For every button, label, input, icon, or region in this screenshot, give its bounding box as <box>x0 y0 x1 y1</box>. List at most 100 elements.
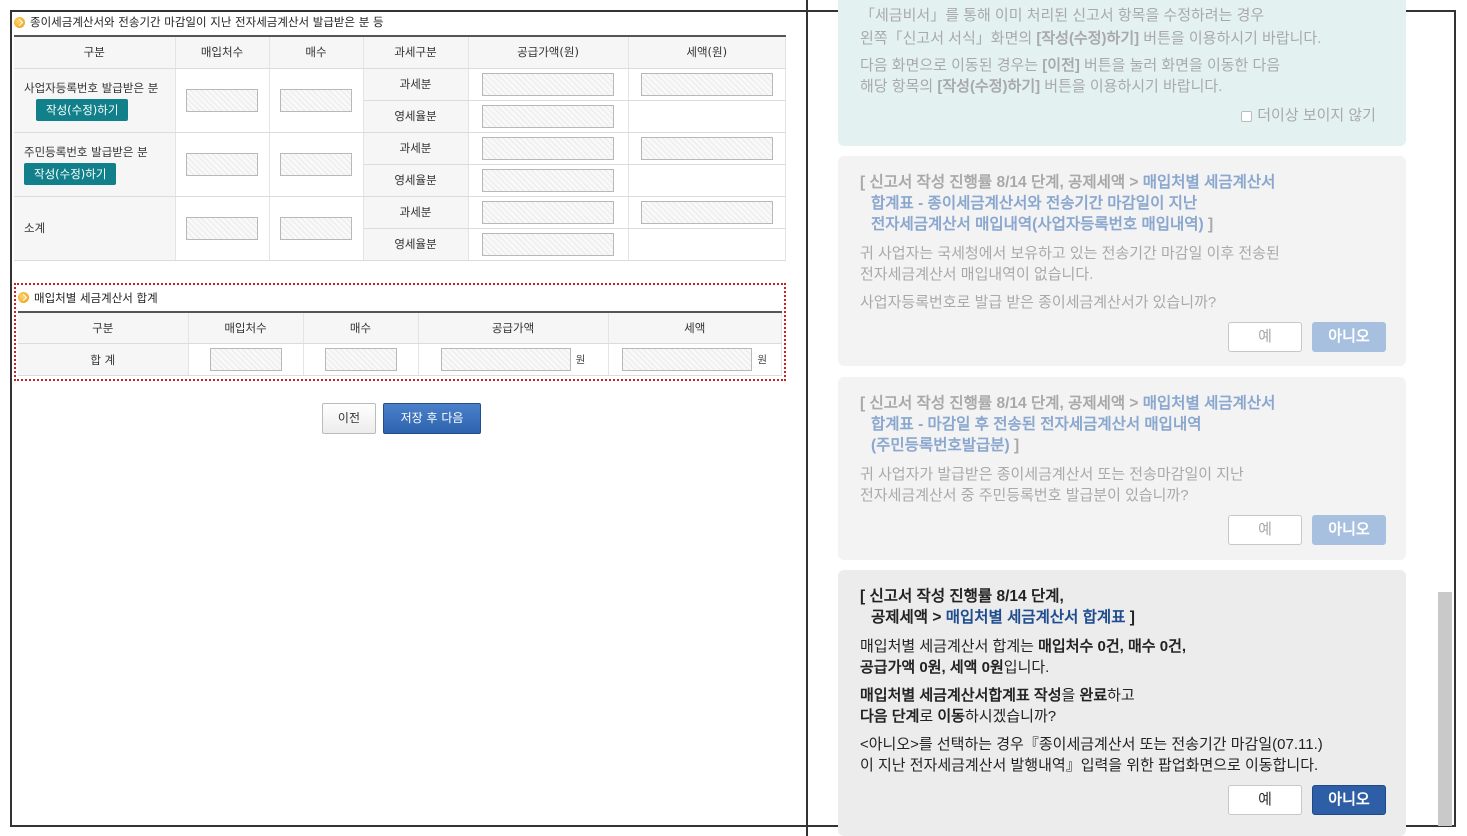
card-note: 이 지난 전자세금계산서 발행내역』입력을 위한 팝업화면으로 이동합니다. <box>860 757 1319 774</box>
table-row: 합 계 원 원 <box>18 343 782 376</box>
amount-cell <box>468 196 629 229</box>
tax-type: 영세율분 <box>363 164 469 197</box>
body-text: 하고 <box>1107 687 1135 704</box>
vendor-count-input[interactable] <box>186 88 258 112</box>
total-sheet-count-input[interactable] <box>324 348 397 371</box>
empty-cell <box>628 228 786 261</box>
pane-divider <box>806 0 808 836</box>
edit-resident-button[interactable]: 작성(수정)하기 <box>24 162 117 185</box>
scrollbar-thumb[interactable] <box>1438 592 1452 826</box>
body-emphasis: 매입처수 0건, 매수 0건, <box>1038 638 1187 655</box>
body-text: 매입처별 세금계산서 합계는 <box>860 638 1039 655</box>
vendor-count-input[interactable] <box>186 216 258 240</box>
tax-type: 과세분 <box>363 68 469 101</box>
col-header: 공급가액 <box>418 311 609 344</box>
dont-show-checkbox[interactable] <box>1241 110 1253 122</box>
sheet-count-input[interactable] <box>280 88 352 112</box>
info-text: 왼쪽「신고서 서식」화면의 <box>860 30 1037 47</box>
dont-show-option[interactable]: 더이상 보이지 않기 <box>860 105 1384 126</box>
yes-button[interactable]: 예 <box>1228 322 1302 352</box>
count-cell <box>188 343 304 376</box>
count-cell <box>175 68 270 133</box>
info-emphasis: [이전] <box>1042 57 1080 74</box>
info-text: 버튼을 이용하시기 바랍니다. <box>1040 78 1223 95</box>
count-cell <box>175 196 270 261</box>
col-header: 과세구분 <box>363 36 469 69</box>
tax-amount-input[interactable] <box>640 136 773 160</box>
title-prefix: [ 신고서 작성 진행률 8/14 단계, 공제세액 > <box>860 395 1143 412</box>
title-link: 매입처별 세금계산서 <box>1142 395 1276 412</box>
title-link: 매입처별 세금계산서 <box>1142 174 1276 191</box>
card-body: 전자세금계산서 중 주민등록번호 발급분이 있습니까? <box>860 487 1189 504</box>
count-cell <box>269 132 364 197</box>
title-prefix: [ 신고서 작성 진행률 8/14 단계, 공제세액 > <box>860 174 1143 191</box>
section1-heading: 종이세금계산서와 전송기간 마감일이 지난 전자세금계산서 발급받은 분 등 <box>14 12 789 32</box>
supply-amount-input[interactable] <box>482 232 614 256</box>
col-header: 구분 <box>14 36 176 69</box>
vendor-count-input[interactable] <box>186 152 258 176</box>
section2-title: 매입처별 세금계산서 합계 <box>34 290 158 305</box>
sheet-count-input[interactable] <box>280 216 352 240</box>
info-emphasis: [작성(수정)하기] <box>937 78 1041 95</box>
card-note: <아니오>를 선택하는 경우『종이세금계산서 또는 전송기간 마감일(07.11… <box>860 736 1323 753</box>
title-link: (주민등록번호발급분) <box>871 437 1010 454</box>
body-emphasis: 공급가액 0원, 세액 0원 <box>860 659 1004 676</box>
row-label: 사업자등록번호 발급받은 분 <box>24 80 159 95</box>
supply-amount-input[interactable] <box>482 168 614 192</box>
card-body: 매입처별 세금계산서합계표 작성을 완료하고 <box>860 685 1384 706</box>
row-header: 사업자등록번호 발급받은 분 작성(수정)하기 <box>14 68 176 133</box>
summary-table: 구분 매입처수 매수 공급가액 세액 합 계 원 원 <box>18 311 782 376</box>
yes-button[interactable]: 예 <box>1228 515 1302 545</box>
tax-type: 과세분 <box>363 132 469 165</box>
no-button[interactable]: 아니오 <box>1312 785 1386 815</box>
no-button[interactable]: 아니오 <box>1312 515 1386 545</box>
row-label: 주민등록번호 발급받은 분 <box>24 144 148 159</box>
total-tax-amount-input[interactable] <box>622 348 753 371</box>
title-link: 전자세금계산서 매입내역(사업자등록번호 매입내역) <box>871 216 1204 233</box>
sheet-count-input[interactable] <box>280 152 352 176</box>
card-title: [ 신고서 작성 진행률 8/14 단계, 공제세액 > 매입처별 세금계산서 <box>860 172 1384 193</box>
total-label: 합 계 <box>18 343 189 376</box>
info-line: 「세금비서」를 통해 이미 처리된 신고서 항목을 수정하려는 경우 <box>860 7 1265 24</box>
body-text: 을 <box>1061 687 1080 704</box>
supply-amount-input[interactable] <box>482 200 614 224</box>
purchase-detail-table: 구분 매입처수 매수 과세구분 공급가액(원) 세액(원) 사업자등록번호 발급… <box>14 35 786 261</box>
supply-amount-input[interactable] <box>482 72 614 96</box>
section2-heading: 매입처별 세금계산서 합계 <box>18 288 782 308</box>
body-text: 하시겠습니까? <box>964 708 1057 725</box>
card-title: (주민등록번호발급분) ] <box>860 435 1384 456</box>
save-next-button[interactable]: 저장 후 다음 <box>383 403 482 434</box>
tax-amount-input[interactable] <box>640 72 773 96</box>
body-text: 로 <box>919 708 938 725</box>
section1-title: 종이세금계산서와 전송기간 마감일이 지난 전자세금계산서 발급받은 분 등 <box>30 15 384 29</box>
supply-amount-input[interactable] <box>482 136 614 160</box>
yes-button[interactable]: 예 <box>1228 785 1302 815</box>
count-cell <box>269 196 364 261</box>
col-header: 매입처수 <box>175 36 270 69</box>
amount-cell <box>468 132 629 165</box>
prev-button[interactable]: 이전 <box>321 403 376 434</box>
row-label: 소계 <box>24 221 46 235</box>
title-suffix: ] <box>1009 437 1020 454</box>
total-supply-amount-input[interactable] <box>440 348 571 371</box>
no-button[interactable]: 아니오 <box>1312 322 1386 352</box>
tax-cell <box>628 196 786 229</box>
info-text: 다음 화면으로 이동된 경우는 <box>860 57 1043 74</box>
col-header: 세액 <box>608 311 782 344</box>
card-body: 다음 단계로 이동하시겠습니까? <box>860 706 1384 727</box>
amount-cell <box>468 68 629 101</box>
tax-type: 영세율분 <box>363 100 469 133</box>
tax-amount-input[interactable] <box>640 200 773 224</box>
bullet-icon <box>18 292 29 303</box>
count-cell <box>269 68 364 133</box>
info-text: 버튼을 이용하시기 바랍니다. <box>1139 30 1322 47</box>
title-link: 합계표 - 종이세금계산서와 전송기간 마감일이 지난 <box>871 195 1198 212</box>
supply-amount-input[interactable] <box>482 104 614 128</box>
body-emphasis: 매입처별 세금계산서합계표 작성 <box>860 687 1062 704</box>
empty-cell <box>628 164 786 197</box>
edit-business-button[interactable]: 작성(수정)하기 <box>36 98 129 121</box>
amount-cell <box>468 228 629 261</box>
total-vendor-count-input[interactable] <box>209 348 282 371</box>
count-cell <box>175 132 270 197</box>
col-header: 구분 <box>18 311 189 344</box>
